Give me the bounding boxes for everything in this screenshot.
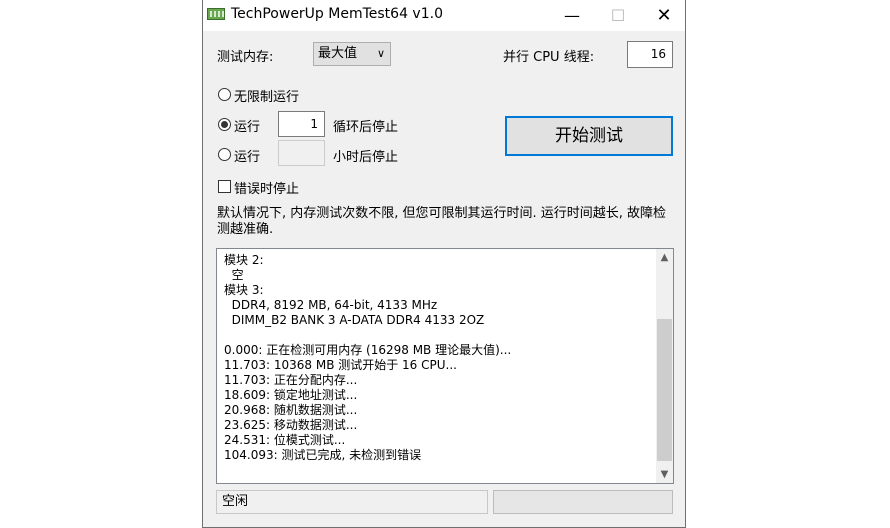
log-line: 11.703: 10368 MB 测试开始于 16 CPU... bbox=[224, 358, 457, 372]
run-hours-prefix[interactable]: 运行 bbox=[234, 146, 260, 165]
chevron-down-icon: ∨ bbox=[376, 47, 385, 60]
minimize-button[interactable]: — bbox=[549, 0, 595, 31]
status-text: 空闲 bbox=[216, 490, 488, 514]
memory-select[interactable]: 最大值 ∨ bbox=[313, 42, 391, 66]
start-test-button[interactable]: 开始测试 bbox=[505, 116, 673, 156]
log-box[interactable]: 模块 2: 空模块 3: DDR4, 8192 MB, 64-bit, 4133… bbox=[216, 248, 674, 484]
memory-label: 测试内存: bbox=[217, 50, 274, 65]
memory-select-value: 最大值 bbox=[318, 46, 358, 61]
run-unlimited-label[interactable]: 无限制运行 bbox=[234, 86, 299, 105]
threads-label: 并行 CPU 线程: bbox=[503, 50, 595, 65]
hours-input[interactable] bbox=[278, 140, 325, 166]
log-line: 104.093: 测试已完成, 未检测到错误 bbox=[224, 448, 422, 462]
stop-on-error-label[interactable]: 错误时停止 bbox=[234, 178, 299, 197]
maximize-button[interactable]: ☐ bbox=[595, 0, 641, 31]
run-hours-suffix: 小时后停止 bbox=[333, 150, 399, 165]
log-scrollbar[interactable]: ▲ ▼ bbox=[656, 249, 673, 483]
title-bar[interactable]: TechPowerUp MemTest64 v1.0 — ☐ ✕ bbox=[203, 0, 685, 31]
loops-input[interactable]: 1 bbox=[278, 111, 325, 137]
run-loops-prefix[interactable]: 运行 bbox=[234, 116, 260, 135]
log-line: 0.000: 正在检测可用内存 (16298 MB 理论最大值)... bbox=[224, 343, 512, 357]
run-unlimited-radio[interactable] bbox=[218, 88, 231, 101]
stop-on-error-checkbox[interactable] bbox=[218, 180, 231, 193]
scrollbar-thumb[interactable] bbox=[657, 319, 672, 461]
log-line: 空 bbox=[224, 268, 244, 282]
app-window: TechPowerUp MemTest64 v1.0 — ☐ ✕ 测试内存: 最… bbox=[202, 0, 686, 528]
window-title: TechPowerUp MemTest64 v1.0 bbox=[231, 6, 443, 22]
scroll-up-arrow-icon[interactable]: ▲ bbox=[656, 249, 673, 266]
log-line: DIMM_B2 BANK 3 A-DATA DDR4 4133 2OZ bbox=[224, 313, 485, 327]
run-loops-radio[interactable] bbox=[218, 118, 231, 131]
log-lines: 模块 2: 空模块 3: DDR4, 8192 MB, 64-bit, 4133… bbox=[224, 253, 644, 463]
log-line: 24.531: 位模式测试... bbox=[224, 433, 346, 447]
memory-chip-icon bbox=[207, 8, 225, 20]
log-line: 20.968: 随机数据测试... bbox=[224, 403, 358, 417]
log-line: 模块 3: bbox=[224, 283, 264, 297]
description-text: 默认情况下, 内存测试次数不限, 但您可限制其运行时间. 运行时间越长, 故障检… bbox=[217, 206, 667, 237]
threads-input[interactable]: 16 bbox=[627, 41, 673, 68]
run-hours-radio[interactable] bbox=[218, 148, 231, 161]
log-line: 11.703: 正在分配内存... bbox=[224, 373, 358, 387]
log-line: 18.609: 锁定地址测试... bbox=[224, 388, 358, 402]
close-button[interactable]: ✕ bbox=[641, 0, 687, 31]
scroll-down-arrow-icon[interactable]: ▼ bbox=[656, 466, 673, 483]
log-line: 23.625: 移动数据测试... bbox=[224, 418, 358, 432]
run-loops-suffix: 循环后停止 bbox=[333, 120, 399, 135]
log-line: DDR4, 8192 MB, 64-bit, 4133 MHz bbox=[224, 298, 438, 312]
log-line: 模块 2: bbox=[224, 253, 264, 267]
progress-bar bbox=[493, 490, 673, 514]
